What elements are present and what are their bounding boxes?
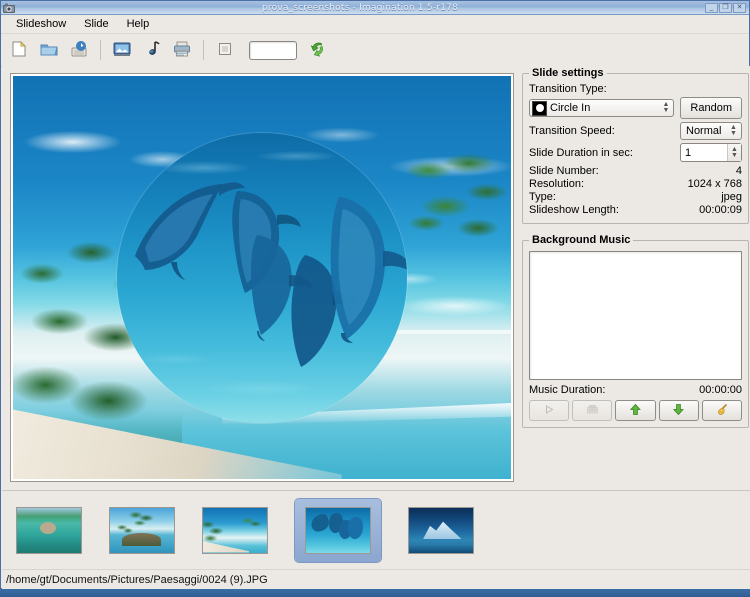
zoom-entry[interactable]	[249, 40, 297, 60]
save-slideshow-button[interactable]	[65, 36, 93, 64]
toolbar-separator-2	[203, 40, 204, 60]
green-up-arrow-icon	[629, 403, 642, 419]
green-down-arrow-icon	[672, 403, 685, 419]
music-list[interactable]	[529, 251, 742, 380]
music-buttons	[529, 400, 743, 421]
info-slide-number: Slide Number: 4	[529, 165, 742, 177]
menu-slide-label: Slide	[84, 18, 109, 30]
new-slideshow-button[interactable]	[5, 36, 33, 64]
export-button[interactable]	[168, 36, 196, 64]
music-duration-value: 00:00:00	[699, 384, 742, 396]
slide-number-label: Slide Number:	[529, 165, 599, 177]
window-title: prova_screenshots - Imagination 1.5-r178	[262, 2, 458, 13]
resolution-value: 1024 x 768	[687, 178, 742, 190]
menu-slideshow-label: Slideshow	[16, 18, 67, 30]
spinner-buttons-icon[interactable]: ▲ ▼	[727, 144, 741, 161]
background-music-title: Background Music	[532, 234, 631, 246]
info-slideshow-length: Slideshow Length: 00:00:09	[529, 204, 742, 216]
status-bar: /home/gt/Documents/Pictures/Paesaggi/002…	[2, 569, 750, 589]
slide-duration-input[interactable]: 1 ▲ ▼	[680, 143, 742, 162]
new-document-icon	[10, 40, 28, 61]
music-duration-row: Music Duration: 00:00:00	[529, 384, 742, 396]
green-refresh-arrow-icon	[308, 40, 326, 61]
thumbnail-strip	[2, 490, 750, 569]
yellow-broom-icon	[715, 403, 729, 419]
menu-help-label: Help	[126, 18, 150, 30]
open-folder-icon	[40, 40, 58, 61]
transition-speed-label: Transition Speed:	[529, 125, 615, 137]
import-slides-button[interactable]	[108, 36, 136, 64]
menu-slideshow[interactable]: Slideshow	[7, 16, 75, 32]
preview-button[interactable]	[303, 36, 331, 64]
save-disk-icon	[70, 40, 88, 61]
import-music-button[interactable]	[138, 36, 166, 64]
palm-tree-right	[395, 144, 507, 264]
play-triangle-icon	[543, 404, 556, 418]
slide-preview-canvas	[13, 76, 511, 479]
random-transition-button[interactable]: Random	[680, 97, 742, 119]
circle-in-icon	[532, 100, 547, 116]
title-bar: prova_screenshots - Imagination 1.5-r178…	[1, 1, 749, 15]
transition-speed-value: Normal	[686, 125, 722, 137]
thumbnail-slide-3[interactable]	[202, 506, 268, 554]
application-window: prova_screenshots - Imagination 1.5-r178…	[0, 0, 750, 597]
dolphin-5	[305, 193, 407, 343]
taskbar-items	[0, 589, 750, 597]
settings-panel: Slide settings Transition Type: Circle I…	[522, 67, 749, 489]
import-picture-icon	[113, 40, 131, 61]
window-controls: _ ❐ ✕	[705, 2, 746, 13]
slide-duration-label: Slide Duration in sec:	[529, 146, 633, 159]
window-frame: prova_screenshots - Imagination 1.5-r178…	[0, 0, 750, 589]
resolution-label: Resolution:	[529, 178, 585, 190]
background-music-group: Background Music Music Duration: 00:00:0…	[522, 234, 749, 428]
toolbar-separator-1	[100, 40, 101, 60]
slide-duration-value: 1	[685, 146, 692, 159]
slide-settings-title: Slide settings	[532, 67, 604, 79]
thumbnail-slide-5[interactable]	[408, 506, 474, 554]
info-resolution: Resolution: 1024 x 768	[529, 178, 742, 190]
desktop-taskbar[interactable]	[0, 589, 750, 597]
stop-square-icon	[217, 41, 233, 60]
open-slideshow-button[interactable]	[35, 36, 63, 64]
thumbnail-slide-4[interactable]	[295, 498, 381, 562]
thumbnail-slide-1[interactable]	[16, 506, 82, 554]
import-music-icon	[143, 40, 161, 61]
type-label: Type:	[529, 191, 556, 203]
transition-type-label: Transition Type:	[529, 83, 607, 95]
chevron-updown-icon: ▲ ▼	[662, 101, 670, 114]
transition-speed-combo[interactable]: Normal ▲ ▼	[680, 122, 742, 140]
stop-button[interactable]	[211, 36, 239, 64]
app-icon	[3, 2, 15, 14]
move-down-button[interactable]	[658, 400, 699, 421]
minimize-button[interactable]: _	[705, 2, 718, 13]
thumbnail-slide-2[interactable]	[109, 506, 175, 554]
random-button-label: Random	[690, 102, 732, 114]
slide-settings-group: Slide settings Transition Type: Circle I…	[522, 67, 749, 224]
music-duration-label: Music Duration:	[529, 384, 606, 396]
toolbar	[1, 34, 749, 67]
play-music-button[interactable]	[529, 400, 570, 421]
maximize-button[interactable]: ❐	[719, 2, 732, 13]
clear-music-button[interactable]	[701, 400, 743, 421]
transition-type-combo[interactable]: Circle In ▲ ▼	[529, 99, 675, 117]
transition-type-value: Circle In	[550, 102, 591, 114]
slide-number-value: 4	[735, 165, 742, 177]
slide-preview[interactable]	[10, 73, 514, 482]
move-up-button[interactable]	[615, 400, 656, 421]
status-file-path: /home/gt/Documents/Pictures/Paesaggi/002…	[6, 573, 268, 586]
type-value: jpeg	[721, 191, 742, 203]
slideshow-length-value: 00:00:09	[699, 204, 742, 216]
info-type: Type: jpeg	[529, 191, 742, 203]
menu-slide[interactable]: Slide	[75, 16, 117, 32]
stop-media-icon	[586, 403, 599, 418]
circle-transition-reveal	[117, 132, 407, 423]
menu-help[interactable]: Help	[118, 16, 159, 32]
thumbnail-slide-4-image	[305, 506, 371, 554]
chevron-updown-icon: ▲ ▼	[730, 124, 737, 137]
close-button[interactable]: ✕	[733, 2, 746, 13]
export-printer-icon	[173, 40, 191, 61]
slideshow-length-label: Slideshow Length:	[529, 204, 619, 216]
menu-bar: Slideshow Slide Help	[1, 15, 749, 34]
stop-music-button[interactable]	[572, 400, 613, 421]
